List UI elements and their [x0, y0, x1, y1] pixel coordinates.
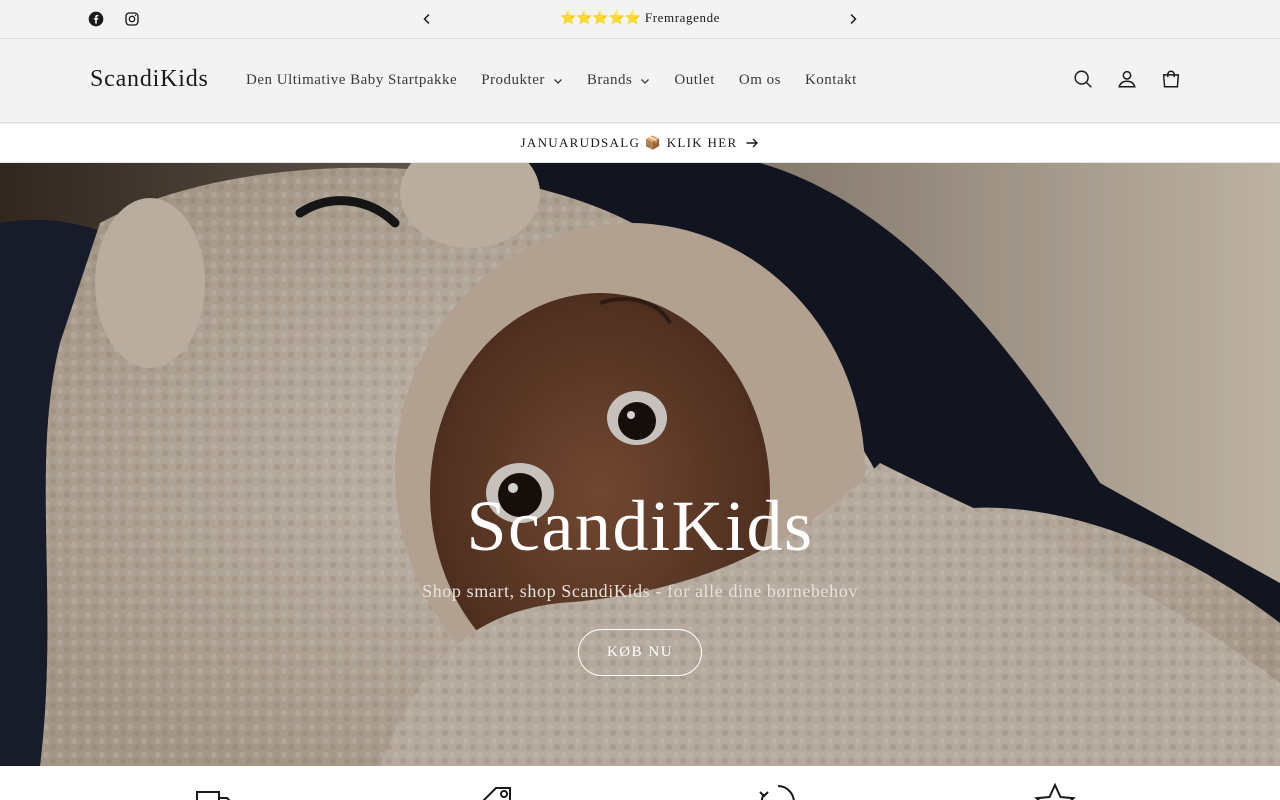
nav-item-label: Kontakt: [804, 72, 857, 88]
delivery-truck-icon: [194, 782, 238, 800]
announcement-next-button[interactable]: [842, 8, 864, 30]
price-tag-icon: [474, 782, 518, 800]
facebook-icon[interactable]: [87, 10, 105, 28]
nav-item-label: Den Ultimative Baby Startpakke: [246, 72, 458, 88]
search-icon[interactable]: [1072, 68, 1096, 92]
rating-stars: ⭐⭐⭐⭐⭐: [559, 10, 641, 25]
return-arrow-icon: [756, 782, 800, 800]
hero-banner: ScandiKids Shop smart, shop ScandiKids -…: [0, 163, 1280, 766]
account-icon[interactable]: [1116, 68, 1140, 92]
announcement-bar: ⭐⭐⭐⭐⭐ Fremragende: [0, 0, 1280, 39]
site-header: ScandiKids Den Ultimative Baby Startpakk…: [0, 39, 1280, 123]
chevron-down-icon: [640, 76, 650, 86]
star-icon: [1033, 782, 1077, 800]
nav-item-om-os[interactable]: Om os: [739, 72, 781, 89]
announcement-label: Fremragende: [644, 10, 721, 25]
main-navigation: Den Ultimative Baby Startpakke Produkter…: [246, 72, 881, 89]
chevron-left-icon: [423, 13, 430, 25]
promo-text: JANUARUDSALG 📦 KLIK HER: [520, 135, 738, 150]
chevron-right-icon: [850, 13, 857, 25]
promo-banner-link[interactable]: JANUARUDSALG 📦 KLIK HER: [0, 124, 1280, 163]
announcement-text: ⭐⭐⭐⭐⭐ Fremragende: [440, 10, 840, 26]
nav-item-label: Outlet: [674, 72, 715, 88]
nav-item-label: Om os: [738, 72, 781, 88]
nav-item-outlet[interactable]: Outlet: [674, 72, 715, 89]
cart-icon[interactable]: [1160, 68, 1184, 92]
hero-title: ScandiKids: [466, 486, 814, 566]
shop-now-button[interactable]: KØB NU: [578, 629, 702, 676]
nav-item-label: Produkter: [481, 72, 545, 88]
hero-subtitle: Shop smart, shop ScandiKids - for alle d…: [422, 581, 858, 601]
nav-item-kontakt[interactable]: Kontakt: [805, 72, 857, 89]
instagram-icon[interactable]: [123, 10, 141, 28]
nav-item-brands[interactable]: Brands: [587, 72, 651, 89]
arrow-right-icon: [745, 136, 759, 150]
announcement-previous-button[interactable]: [416, 8, 438, 30]
features-strip: [0, 766, 1280, 800]
site-logo[interactable]: ScandiKids: [90, 66, 209, 93]
nav-item-label: Brands: [586, 72, 633, 88]
chevron-down-icon: [553, 76, 563, 86]
nav-item-baby-startpakke[interactable]: Den Ultimative Baby Startpakke: [246, 72, 457, 89]
nav-item-produkter[interactable]: Produkter: [481, 72, 563, 89]
